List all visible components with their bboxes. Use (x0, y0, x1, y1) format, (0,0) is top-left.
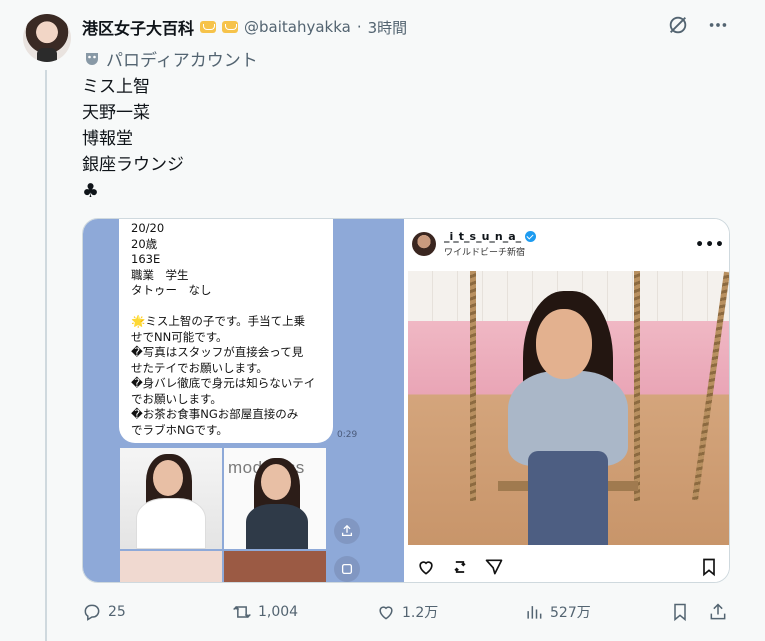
tweet-line: 銀座ラウンジ (82, 155, 184, 175)
ig-header: _i_t_s_u_n_a_ ワイルドビーチ新宿 ••• (406, 219, 729, 269)
reply-icon (84, 604, 100, 621)
ig-photo (408, 271, 729, 545)
top-icons (667, 14, 729, 40)
photo-thumbnail: modeless (224, 448, 326, 549)
retweet-button[interactable]: 1,004 (232, 598, 298, 626)
separator: · (356, 18, 362, 36)
chat-screenshot-image[interactable]: 20/20 20歳 163E 職業 学生 タトゥー なし 🌟ミス上智の子です。手… (83, 219, 404, 582)
ig-actions (406, 551, 729, 582)
ig-avatar (412, 232, 436, 256)
more-icon[interactable] (707, 14, 729, 40)
verified-icon (525, 231, 537, 242)
tweet-text: ミス上智 天野一菜 博報堂 銀座ラウンジ ♣ (82, 74, 184, 204)
like-button[interactable]: 1.2万 (376, 598, 438, 626)
chat-line (131, 299, 323, 315)
chat-line: 20歳 (131, 236, 158, 251)
share-icon (710, 603, 726, 620)
media-grid[interactable]: 20/20 20歳 163E 職業 学生 タトゥー なし 🌟ミス上智の子です。手… (82, 218, 730, 583)
tweet-actions: 25 1,004 1.2万 527万 (82, 598, 732, 626)
send-icon (485, 559, 503, 575)
upload-icon (341, 524, 353, 537)
bookmark-icon (674, 603, 686, 622)
share-image-button[interactable] (334, 518, 360, 544)
reply-button[interactable]: 25 (82, 598, 126, 626)
retweet-count: 1,004 (258, 604, 299, 620)
views-icon (527, 606, 542, 619)
emoji-icon (200, 21, 217, 33)
chat-line: �写真はスタッフが直接会って見 (131, 345, 304, 359)
chat-line: 🌟ミス上智の子です。手当て上乗 (131, 314, 306, 328)
views-button[interactable]: 527万 (524, 598, 591, 626)
avatar[interactable] (23, 14, 71, 62)
like-count: 1.2万 (402, 605, 439, 621)
photo-thumbnail (224, 551, 326, 582)
chat-line: �お茶お食事NGお部屋直接のみ (131, 407, 299, 421)
display-name[interactable]: 港区女子大百科 (82, 15, 194, 39)
save-icon (703, 558, 715, 577)
tweet-line: 天野一菜 (82, 103, 150, 123)
chat-line: 職業 学生 (131, 267, 189, 282)
tweet-header: 港区女子大百科 @baitahyakka · 3時間 (82, 16, 407, 38)
copy-icon (341, 563, 353, 575)
parody-label: パロディアカウント (84, 46, 258, 71)
handle[interactable]: @baitahyakka (244, 18, 351, 36)
chat-line: 20/20 (131, 221, 165, 235)
thread-line (45, 70, 47, 641)
chat-line: �身バレ徹底で身元は知らないテイ (131, 376, 316, 390)
club-icon: ♣ (82, 180, 100, 202)
share-button[interactable] (708, 598, 728, 626)
emoji-icon (222, 21, 239, 33)
photo-thumbnail (120, 448, 222, 549)
reply-count: 25 (108, 604, 126, 620)
ig-username: _i_t_s_u_n_a_ (444, 230, 522, 243)
heart-icon (379, 606, 393, 620)
chat-line: タトゥー なし (131, 283, 212, 297)
instagram-screenshot-image[interactable]: _i_t_s_u_n_a_ ワイルドビーチ新宿 ••• (404, 219, 729, 582)
chat-line: でラブホNGです。 (131, 422, 228, 437)
chat-line: せたテイでお願いします。 (131, 360, 268, 375)
ig-more-icon: ••• (695, 237, 725, 253)
ig-location: ワイルドビーチ新宿 (444, 248, 526, 258)
tweet-line: 博報堂 (82, 129, 133, 149)
grok-icon[interactable] (667, 14, 689, 40)
parody-text: パロディアカウント (106, 51, 258, 71)
chat-line: せでNN可能です。 (131, 329, 228, 344)
mask-icon (86, 52, 98, 65)
chat-bubble: 20/20 20歳 163E 職業 学生 タトゥー なし 🌟ミス上智の子です。手… (119, 219, 333, 443)
timestamp[interactable]: 3時間 (368, 17, 408, 38)
chat-line: 163E (131, 252, 161, 266)
photo-thumbnail (120, 551, 222, 582)
repost-icon (454, 561, 466, 573)
tweet-line: ミス上智 (82, 77, 150, 97)
chat-time: 0:29 (337, 430, 358, 440)
views-count: 527万 (550, 605, 591, 621)
heart-icon (419, 561, 433, 575)
chat-line: でお願いします。 (131, 391, 222, 406)
copy-image-button[interactable] (334, 556, 360, 582)
bookmark-button[interactable] (670, 598, 690, 626)
retweet-icon (233, 605, 251, 619)
